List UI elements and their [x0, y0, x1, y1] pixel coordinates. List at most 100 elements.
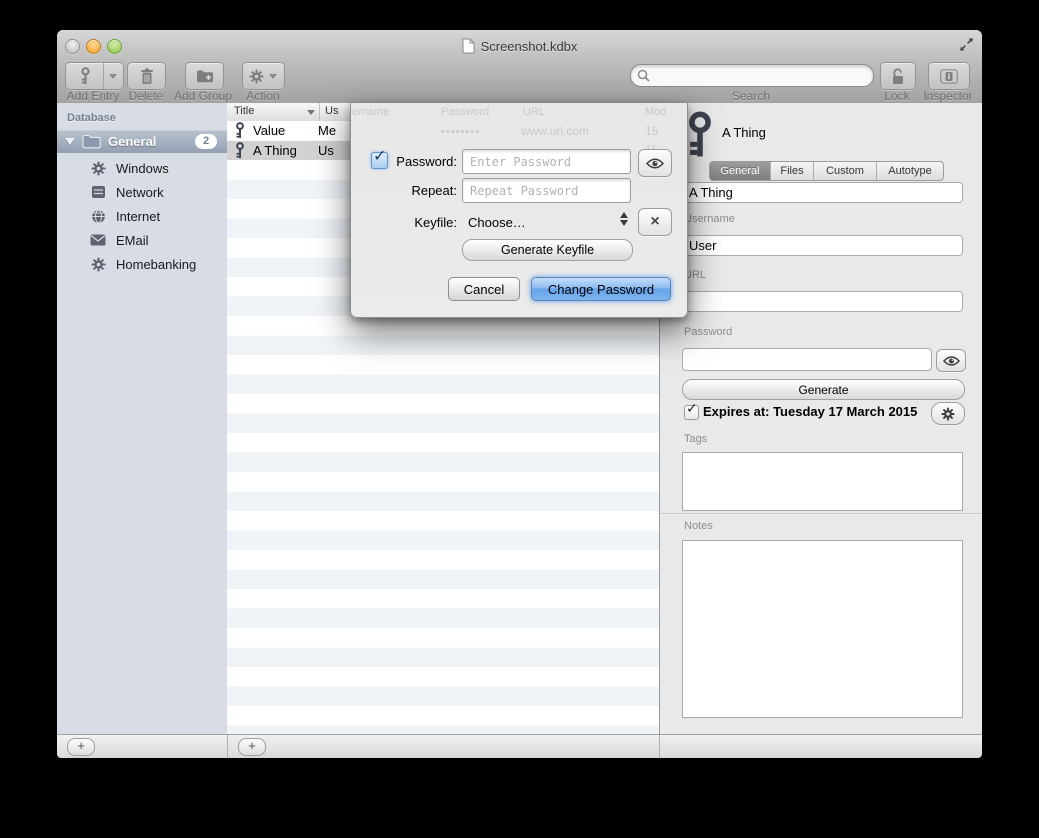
pane-divider: [227, 735, 228, 758]
section-divider: [660, 513, 982, 514]
ghost-url-header: URL: [523, 106, 545, 118]
group-sidebar: Database General 2: [57, 103, 228, 734]
sidebar-item-internet[interactable]: Internet: [57, 204, 227, 228]
add-group-plus-button[interactable]: +: [67, 738, 95, 756]
mail-icon: [90, 232, 106, 248]
close-icon: ×: [650, 214, 659, 230]
clear-keyfile-button[interactable]: ×: [638, 208, 672, 236]
reveal-password-button[interactable]: [936, 349, 966, 372]
entry-username-cell: Us: [318, 143, 334, 158]
pane-divider: [659, 735, 660, 758]
expires-label: Expires at: Tuesday 17 March 2015: [703, 404, 917, 419]
cancel-button[interactable]: Cancel: [448, 277, 520, 301]
disclosure-triangle-icon[interactable]: [65, 138, 75, 145]
tab-autotype[interactable]: Autotype: [877, 162, 943, 180]
delete-button[interactable]: [127, 62, 166, 90]
ghost-password-dots: ••••••••: [441, 126, 480, 138]
add-entry-label: Add Entry: [63, 89, 123, 103]
generate-password-button[interactable]: Generate: [682, 379, 965, 400]
globe-icon: [90, 208, 106, 224]
expiry-options-button[interactable]: [931, 402, 965, 425]
sidebar-item-label: Homebanking: [116, 257, 196, 272]
chevron-down-icon: [109, 74, 117, 79]
gear-icon: [90, 256, 106, 272]
inspector-button[interactable]: [928, 62, 970, 90]
folder-icon: [82, 134, 101, 149]
app-window: Screenshot.kdbx Add Entry: [57, 30, 982, 757]
password-label: Password:: [371, 154, 457, 169]
change-password-button[interactable]: Change Password: [531, 277, 671, 301]
repeat-input[interactable]: [462, 178, 631, 203]
reveal-password-button[interactable]: [638, 149, 672, 177]
tab-files[interactable]: Files: [771, 162, 814, 180]
server-icon: [90, 184, 106, 200]
expires-checkbox[interactable]: ✓: [684, 405, 699, 420]
search-field[interactable]: [630, 64, 874, 87]
sidebar-item-label: General: [108, 134, 156, 149]
info-icon: [940, 69, 958, 84]
add-entry-button[interactable]: [65, 62, 124, 90]
search-input[interactable]: [654, 67, 873, 85]
stepper-icon[interactable]: [620, 211, 629, 227]
window-title: Screenshot.kdbx: [481, 39, 578, 54]
ghost-password-header: Password: [441, 106, 489, 118]
column-header-title[interactable]: Title: [234, 105, 254, 117]
gear-icon: [90, 160, 106, 176]
username-label: Username: [684, 213, 735, 225]
inspector-label: Inspector: [918, 89, 978, 103]
sidebar-section-header: Database: [67, 112, 116, 124]
tab-custom[interactable]: Custom: [814, 162, 877, 180]
column-divider[interactable]: [319, 103, 320, 121]
sidebar-item-general[interactable]: General 2: [57, 130, 227, 153]
chevron-down-icon: [269, 74, 277, 79]
url-field[interactable]: [682, 291, 963, 312]
add-group-button[interactable]: [185, 62, 224, 90]
change-password-sheet: ername Password URL Mod •••••••• www.url…: [350, 103, 688, 318]
lock-button[interactable]: [880, 62, 916, 90]
document-icon: [462, 38, 475, 54]
gear-icon: [249, 69, 264, 84]
username-field[interactable]: [682, 235, 963, 256]
generate-keyfile-button[interactable]: Generate Keyfile: [462, 239, 633, 261]
inspector-panel: A Thing General Files Custom Autotype Us…: [659, 103, 982, 734]
notes-label: Notes: [684, 520, 713, 532]
key-icon: [686, 111, 714, 159]
sidebar-item-label: Network: [116, 185, 164, 200]
password-field[interactable]: [682, 348, 932, 371]
sidebar-item-network[interactable]: Network: [57, 180, 227, 204]
column-header-username[interactable]: Us: [325, 105, 338, 117]
ghost-username-header: ername: [352, 106, 389, 118]
sidebar-item-email[interactable]: EMail: [57, 228, 227, 252]
inspector-entry-title: A Thing: [722, 125, 766, 140]
password-input[interactable]: [462, 149, 631, 174]
ghost-modified-cell: 15: [645, 124, 658, 138]
ghost-url-cell: www.url.com: [521, 124, 589, 138]
notes-input[interactable]: [682, 540, 963, 718]
inspector-tabs: General Files Custom Autotype: [709, 161, 944, 181]
sidebar-item-label: EMail: [116, 233, 149, 248]
keyfile-popup[interactable]: Choose…: [468, 215, 526, 230]
add-group-label: Add Group: [170, 89, 236, 103]
sidebar-item-label: Internet: [116, 209, 160, 224]
sidebar-item-windows[interactable]: Windows: [57, 156, 227, 180]
repeat-label: Repeat:: [371, 183, 457, 198]
sidebar-item-homebanking[interactable]: Homebanking: [57, 252, 227, 276]
lock-label: Lock: [875, 89, 919, 103]
fullscreen-icon[interactable]: [959, 37, 974, 52]
tab-general[interactable]: General: [710, 162, 771, 180]
key-icon: [235, 142, 245, 159]
entry-title-cell: A Thing: [253, 143, 315, 158]
tags-label: Tags: [684, 433, 707, 445]
bottom-bar: + +: [57, 734, 982, 758]
ghost-modified-header: Mod: [645, 106, 666, 118]
trash-icon: [140, 68, 154, 85]
search-label: Search: [721, 89, 781, 103]
action-button[interactable]: [242, 62, 285, 90]
tags-input[interactable]: [682, 452, 963, 511]
key-icon: [80, 67, 91, 85]
titlebar: Screenshot.kdbx: [57, 37, 982, 55]
add-entry-plus-button[interactable]: +: [238, 738, 266, 756]
window-chrome: Screenshot.kdbx Add Entry: [57, 30, 982, 104]
title-field[interactable]: [682, 182, 963, 203]
action-label: Action: [240, 89, 286, 103]
